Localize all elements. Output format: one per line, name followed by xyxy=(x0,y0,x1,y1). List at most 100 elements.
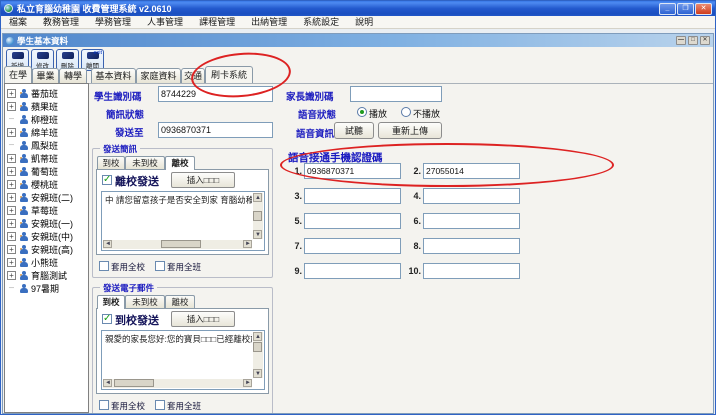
voice-code-input-6[interactable] xyxy=(423,213,520,229)
tab-card-system[interactable]: 刷卡系統 xyxy=(205,66,253,83)
expander-icon[interactable] xyxy=(7,154,16,163)
email-tab-leave[interactable]: 離校 xyxy=(165,295,195,309)
expander-icon[interactable] xyxy=(7,89,16,98)
menu-course-mgmt[interactable]: 課程管理 xyxy=(191,16,243,29)
voice-code-input-5[interactable] xyxy=(304,213,401,229)
expander-icon[interactable] xyxy=(7,193,16,202)
class-tree[interactable]: 蕃茄班 蘋果班 柳橙班 綿羊班 鳳梨班 凱蒂班 葡萄班 櫻桃班 安親班(二) 草… xyxy=(4,83,89,413)
tree-item-tomato[interactable]: 蕃茄班 xyxy=(5,87,88,100)
voice-play-radio[interactable] xyxy=(357,107,367,117)
reupload-button[interactable]: 重新上傳 xyxy=(378,122,442,139)
sms-tab-absent[interactable]: 未到校 xyxy=(125,156,165,170)
tree-item-pineapple[interactable]: 鳳梨班 xyxy=(5,139,88,152)
sms-insert-button[interactable]: 插入□□□ xyxy=(171,172,235,188)
scroll-right-icon[interactable] xyxy=(243,379,252,387)
expander-icon[interactable] xyxy=(7,102,16,111)
voice-code-input-1[interactable] xyxy=(304,163,401,179)
email-message-box[interactable]: 親愛的家長您好:您的寶貝□□□已經離校於日 xyxy=(101,330,265,390)
close-button[interactable]: ✕ xyxy=(695,3,712,15)
minimize-button[interactable]: _ xyxy=(659,3,676,15)
expander-icon[interactable] xyxy=(7,271,16,280)
child-restore-button[interactable]: □ xyxy=(688,36,698,45)
tree-item-grape[interactable]: 葡萄班 xyxy=(5,165,88,178)
expander-icon[interactable] xyxy=(7,167,16,176)
menu-system-settings[interactable]: 系統設定 xyxy=(295,16,347,29)
tree-item-anqin-mid[interactable]: 安親班(中) xyxy=(5,230,88,243)
listen-button[interactable]: 試聽 xyxy=(334,122,374,139)
tree-item-bear[interactable]: 小熊班 xyxy=(5,256,88,269)
email-tab-arrival[interactable]: 到校 xyxy=(97,295,125,309)
arrival-send-checkbox[interactable] xyxy=(102,314,112,324)
voice-code-input-7[interactable] xyxy=(304,238,401,254)
email-horizontal-scrollbar[interactable] xyxy=(103,379,252,388)
tab-enrolled[interactable]: 在學 xyxy=(4,66,32,83)
expander-icon[interactable] xyxy=(7,245,16,254)
email-insert-button[interactable]: 插入□□□ xyxy=(171,311,235,327)
tree-item-97-summer[interactable]: 97暑期 xyxy=(5,282,88,295)
scroll-right-icon[interactable] xyxy=(243,240,252,248)
expander-icon[interactable] xyxy=(7,219,16,228)
scroll-up-icon[interactable] xyxy=(253,332,262,341)
tree-item-strawberry[interactable]: 草莓班 xyxy=(5,204,88,217)
restore-button[interactable]: ❐ xyxy=(677,3,694,15)
send-to-input[interactable] xyxy=(158,122,273,138)
sms-horizontal-scrollbar[interactable] xyxy=(103,240,252,249)
menu-academic-mgmt[interactable]: 教務管理 xyxy=(35,16,87,29)
voice-code-input-2[interactable] xyxy=(423,163,520,179)
sms-message-box[interactable]: 中 請您留意孩子是否安全到家 育腦幼稚園敬啟 xyxy=(101,191,265,251)
parent-id-input[interactable] xyxy=(350,86,442,102)
tree-item-anqin-1[interactable]: 安親班(一) xyxy=(5,217,88,230)
tree-item-kitty[interactable]: 凱蒂班 xyxy=(5,152,88,165)
email-apply-school-checkbox[interactable] xyxy=(99,400,109,410)
voice-code-input-3[interactable] xyxy=(304,188,401,204)
sms-apply-class-checkbox[interactable] xyxy=(155,261,165,271)
voice-code-input-8[interactable] xyxy=(423,238,520,254)
email-tab-absent[interactable]: 未到校 xyxy=(125,295,165,309)
scrollbar-thumb[interactable] xyxy=(161,240,201,248)
tree-item-apple[interactable]: 蘋果班 xyxy=(5,100,88,113)
menu-cashier-mgmt[interactable]: 出納管理 xyxy=(243,16,295,29)
voice-code-input-10[interactable] xyxy=(423,263,520,279)
tree-item-cherry[interactable]: 櫻桃班 xyxy=(5,178,88,191)
menu-hr-mgmt[interactable]: 人事管理 xyxy=(139,16,191,29)
scrollbar-thumb[interactable] xyxy=(253,342,262,352)
expander-icon[interactable] xyxy=(7,258,16,267)
tree-item-anqin-high[interactable]: 安親班(高) xyxy=(5,243,88,256)
menu-file[interactable]: 檔案 xyxy=(1,16,35,29)
tab-basic-data[interactable]: 基本資料 xyxy=(91,68,136,83)
expander-icon[interactable] xyxy=(7,128,16,137)
menu-help[interactable]: 說明 xyxy=(347,16,381,29)
voice-code-input-4[interactable] xyxy=(423,188,520,204)
expander-icon[interactable] xyxy=(7,206,16,215)
child-close-button[interactable]: ✕ xyxy=(700,36,710,45)
voice-code-input-9[interactable] xyxy=(304,263,401,279)
tab-transferred[interactable]: 轉學 xyxy=(59,68,87,83)
tree-item-anqin-2[interactable]: 安親班(二) xyxy=(5,191,88,204)
scroll-up-icon[interactable] xyxy=(253,193,262,202)
scrollbar-thumb[interactable] xyxy=(114,379,154,387)
tab-family-data[interactable]: 家庭資料 xyxy=(136,68,181,83)
leave-send-checkbox[interactable] xyxy=(102,175,112,185)
scroll-left-icon[interactable] xyxy=(103,379,112,387)
scroll-left-icon[interactable] xyxy=(103,240,112,248)
student-id-input[interactable] xyxy=(158,86,273,102)
expander-icon[interactable] xyxy=(7,180,16,189)
child-minimize-button[interactable]: — xyxy=(676,36,686,45)
voice-noplay-radio[interactable] xyxy=(401,107,411,117)
tab-transport[interactable]: 交通 xyxy=(181,68,205,83)
sms-tab-leave[interactable]: 離校 xyxy=(165,156,195,170)
expander-icon[interactable] xyxy=(7,232,16,241)
email-vertical-scrollbar[interactable] xyxy=(253,332,263,378)
sms-tab-arrival[interactable]: 到校 xyxy=(97,156,125,170)
scroll-down-icon[interactable] xyxy=(253,230,262,239)
scroll-down-icon[interactable] xyxy=(253,369,262,378)
menu-student-affairs[interactable]: 學務管理 xyxy=(87,16,139,29)
tree-item-orange[interactable]: 柳橙班 xyxy=(5,113,88,126)
email-apply-class-checkbox[interactable] xyxy=(155,400,165,410)
sms-apply-school-checkbox[interactable] xyxy=(99,261,109,271)
sms-vertical-scrollbar[interactable] xyxy=(253,193,263,239)
tree-item-sheep[interactable]: 綿羊班 xyxy=(5,126,88,139)
tree-item-yunao-test[interactable]: 育腦測試 xyxy=(5,269,88,282)
scrollbar-thumb[interactable] xyxy=(253,211,262,221)
tab-graduated[interactable]: 畢業 xyxy=(32,68,59,83)
